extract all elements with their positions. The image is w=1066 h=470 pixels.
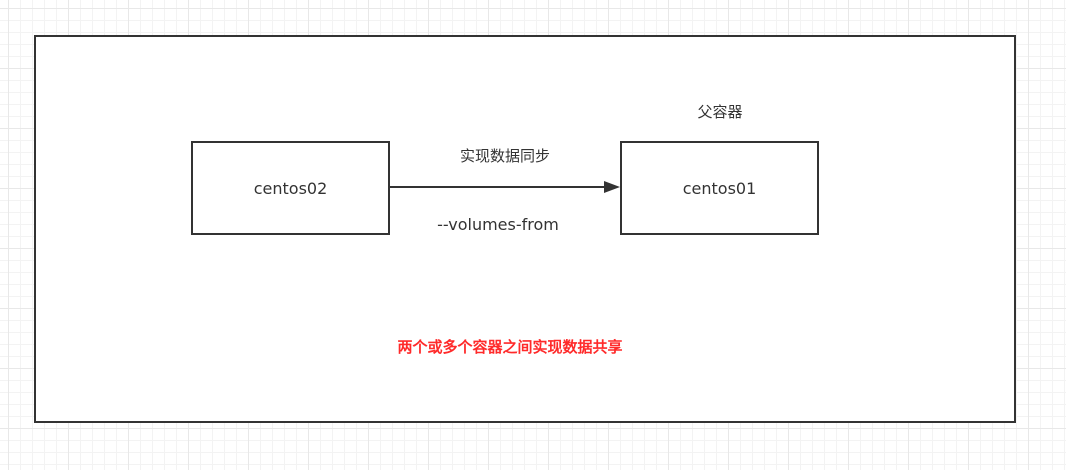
- node-centos01-label: centos01: [682, 178, 757, 198]
- diagram-caption: 两个或多个容器之间实现数据共享: [397, 338, 623, 356]
- node-centos02: centos02: [191, 141, 390, 235]
- edge-bottom-label: --volumes-from: [437, 215, 559, 234]
- edge-top-label: 实现数据同步: [459, 147, 550, 165]
- node-centos02-label: centos02: [253, 178, 328, 198]
- node-centos01: centos01: [620, 141, 819, 235]
- parent-container-label: 父容器: [697, 103, 743, 121]
